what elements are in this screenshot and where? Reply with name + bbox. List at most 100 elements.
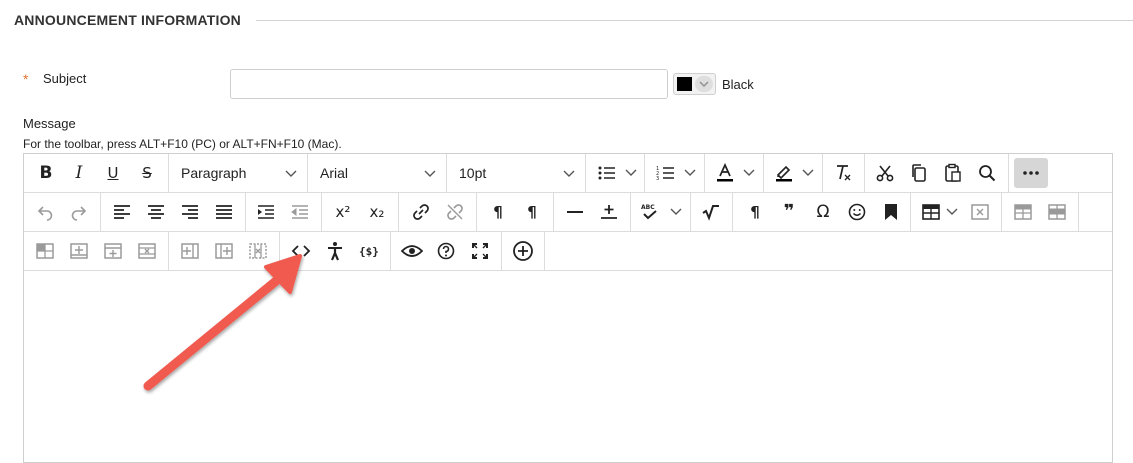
- outdent-button[interactable]: [285, 197, 315, 227]
- paste-button[interactable]: [938, 158, 968, 188]
- bold-button[interactable]: B: [31, 158, 61, 188]
- horizontal-line-icon: [567, 211, 583, 213]
- insert-row-before-button[interactable]: [64, 236, 94, 266]
- math-button[interactable]: [696, 197, 726, 227]
- underline-button[interactable]: U: [98, 158, 128, 188]
- subject-input[interactable]: [230, 69, 668, 99]
- subscript-button[interactable]: x₂: [362, 197, 392, 227]
- insert-column-after-button[interactable]: [209, 236, 239, 266]
- table-properties-button[interactable]: [1008, 197, 1038, 227]
- redo-icon: [71, 206, 87, 221]
- anchor-button[interactable]: [876, 197, 906, 227]
- find-replace-button[interactable]: [972, 158, 1002, 188]
- align-left-icon: [114, 205, 130, 219]
- cut-button[interactable]: [870, 158, 900, 188]
- toolbar-separator: [690, 193, 691, 231]
- align-left-button[interactable]: [107, 197, 137, 227]
- template-variable-icon: {$}: [359, 245, 379, 258]
- fullscreen-button[interactable]: [465, 236, 495, 266]
- italic-button[interactable]: I: [64, 158, 94, 188]
- insert-row-after-button[interactable]: [98, 236, 128, 266]
- emoticons-button[interactable]: [842, 197, 872, 227]
- add-content-button[interactable]: [508, 236, 538, 266]
- chevron-down-icon[interactable]: [684, 167, 696, 177]
- preview-button[interactable]: [397, 236, 427, 266]
- pilcrow-icon: ¶: [750, 202, 760, 221]
- row-properties-button[interactable]: [30, 236, 60, 266]
- subject-label: Subject: [43, 71, 87, 86]
- horizontal-line-button[interactable]: [560, 197, 590, 227]
- template-variable-button[interactable]: {$}: [354, 236, 384, 266]
- superscript-button[interactable]: x²: [328, 197, 358, 227]
- font-size-dropdown[interactable]: 10pt: [447, 158, 585, 188]
- chevron-down-icon: [285, 170, 297, 177]
- spellcheck-button[interactable]: ABC: [635, 197, 665, 227]
- insert-row-after-icon: [104, 243, 122, 259]
- toolbar-separator: [279, 232, 280, 270]
- quote-icon: ❞: [783, 201, 795, 222]
- rtl-button[interactable]: ¶: [517, 197, 547, 227]
- svg-text:ABC: ABC: [641, 204, 655, 211]
- emoji-icon: [848, 203, 866, 221]
- subject-color-picker[interactable]: [673, 73, 716, 95]
- source-code-button[interactable]: [286, 236, 316, 266]
- superscript-icon: x²: [335, 202, 351, 221]
- unlink-button[interactable]: [440, 197, 470, 227]
- toolbar-separator: [321, 193, 322, 231]
- cell-properties-button[interactable]: [1042, 197, 1072, 227]
- chevron-down-icon[interactable]: [625, 167, 637, 177]
- chevron-down-icon[interactable]: [670, 206, 682, 216]
- strikethrough-button[interactable]: S: [132, 158, 162, 188]
- chevron-down-icon: [563, 170, 575, 177]
- numbered-list-icon: 1 2 3: [656, 166, 674, 182]
- chevron-down-icon[interactable]: [743, 167, 755, 177]
- help-icon: [437, 242, 455, 260]
- align-right-button[interactable]: [175, 197, 205, 227]
- insert-link-button[interactable]: [406, 197, 436, 227]
- align-center-button[interactable]: [141, 197, 171, 227]
- insert-below-button[interactable]: [594, 197, 624, 227]
- insert-table-button[interactable]: [916, 197, 946, 227]
- indent-button[interactable]: [251, 197, 281, 227]
- bullet-list-button[interactable]: [592, 158, 622, 188]
- show-blocks-button[interactable]: ¶: [740, 197, 770, 227]
- section-title: ANNOUNCEMENT INFORMATION: [14, 12, 241, 28]
- editor-content-area[interactable]: [24, 271, 1112, 461]
- numbered-list-button[interactable]: 1 2 3: [651, 158, 681, 188]
- italic-icon: I: [75, 162, 83, 183]
- font-family-dropdown[interactable]: Arial: [308, 158, 446, 188]
- redo-button[interactable]: [64, 197, 94, 227]
- delete-row-button[interactable]: [132, 236, 162, 266]
- message-editor: B I U S Paragraph Arial 10pt 1 2 3 x² x₂…: [23, 153, 1113, 463]
- copy-button[interactable]: [904, 158, 934, 188]
- chevron-down-icon[interactable]: [802, 167, 814, 177]
- ltr-button[interactable]: ¶: [483, 197, 513, 227]
- more-tools-button[interactable]: [1014, 158, 1048, 188]
- delete-table-button[interactable]: [965, 197, 995, 227]
- section-divider: [256, 20, 1133, 21]
- insert-column-before-button[interactable]: [175, 236, 205, 266]
- justify-button[interactable]: [209, 197, 239, 227]
- help-button[interactable]: [431, 236, 461, 266]
- color-name: Black: [722, 77, 754, 92]
- accessibility-checker-button[interactable]: [320, 236, 350, 266]
- clear-formatting-button[interactable]: [828, 158, 858, 188]
- undo-button[interactable]: [30, 197, 60, 227]
- text-color-button[interactable]: [710, 158, 740, 188]
- block-format-dropdown[interactable]: Paragraph: [169, 158, 307, 188]
- fullscreen-icon: [472, 243, 488, 259]
- table-props-icon: [1014, 204, 1032, 220]
- special-character-button[interactable]: Ω: [808, 197, 838, 227]
- delete-column-button[interactable]: [243, 236, 273, 266]
- toolbar-row-2: x² x₂ ¶ ¶ ABC ¶ ❞ Ω: [24, 193, 1112, 232]
- chevron-down-icon[interactable]: [946, 206, 958, 216]
- insert-below-icon: [601, 205, 617, 219]
- text-color-icon: [717, 163, 733, 182]
- insert-col-after-icon: [215, 243, 233, 259]
- undo-icon: [37, 206, 53, 221]
- outdent-icon: [291, 205, 308, 219]
- blockquote-button[interactable]: ❞: [774, 197, 804, 227]
- insert-col-before-icon: [181, 243, 199, 259]
- toolbar-separator: [553, 193, 554, 231]
- highlight-button[interactable]: [769, 158, 799, 188]
